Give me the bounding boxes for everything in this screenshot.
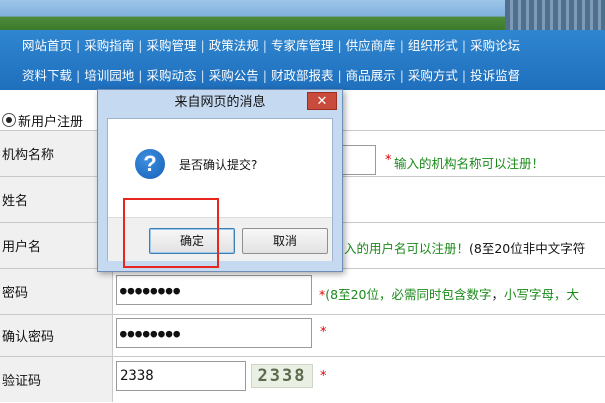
- nav-separator: |: [200, 68, 205, 83]
- nav-separator: |: [262, 68, 267, 83]
- password-tip: *(8至20位，必需同时包含数字，小写字母，大: [319, 287, 580, 302]
- nav-item-reports[interactable]: 财政部报表: [271, 68, 334, 83]
- nav-item-products[interactable]: 商品展示: [346, 68, 396, 83]
- nav-item-training[interactable]: 培训园地: [84, 68, 134, 83]
- password-input[interactable]: ●●●●●●●●: [116, 275, 312, 305]
- question-icon: ?: [135, 149, 165, 179]
- cancel-button[interactable]: 取消: [242, 228, 328, 254]
- nav-separator: |: [200, 38, 205, 53]
- nav-separator: |: [399, 68, 404, 83]
- nav-item-guide[interactable]: 采购指南: [84, 38, 134, 53]
- nav-item-management[interactable]: 采购管理: [146, 38, 196, 53]
- nav-item-forum[interactable]: 采购论坛: [470, 38, 520, 53]
- captcha-image[interactable]: 2338: [251, 364, 313, 388]
- header-banner: [0, 0, 605, 30]
- new-user-radio[interactable]: [2, 113, 16, 127]
- highlight-annotation-box: [123, 198, 219, 268]
- nav-separator: |: [337, 38, 342, 53]
- dialog-message: 是否确认提交?: [179, 158, 258, 172]
- nav-separator: |: [76, 38, 81, 53]
- nav-separator: |: [461, 38, 467, 53]
- org-name-tip: 输入的机构名称可以注册！: [394, 156, 545, 171]
- new-user-label: 新用户注册: [18, 115, 84, 130]
- password-label: 密码: [0, 269, 113, 314]
- nav-item-experts[interactable]: 专家库管理: [271, 38, 334, 53]
- confirm-password-label: 确认密码: [0, 315, 113, 356]
- nav-row-1: 网站首页 | 采购指南 | 采购管理 | 政策法规 | 专家库管理 | 供应商库 | 组织形式 | 采购论坛: [22, 33, 520, 59]
- required-mark: *: [320, 369, 327, 384]
- org-name-input[interactable]: [340, 145, 376, 175]
- nav-separator: |: [138, 68, 143, 83]
- nav-row-2: 资料下载 | 培训园地 | 采购动态 | 采购公告 | 财政部报表 | 商品展示 | 采购方式 | 投诉监督: [22, 63, 520, 89]
- dialog-title: 来自网页的消息: [174, 95, 266, 110]
- nav-separator: |: [399, 38, 404, 53]
- captcha-label: 验证码: [0, 357, 113, 402]
- nav-item-policy[interactable]: 政策法规: [209, 38, 259, 53]
- nav-item-methods[interactable]: 采购方式: [408, 68, 458, 83]
- captcha-input[interactable]: 2338: [116, 361, 246, 391]
- nav-item-news[interactable]: 采购动态: [146, 68, 196, 83]
- username-tip: 入的用户名可以注册！(8至20位非中文字符: [344, 241, 586, 256]
- banner-building-image: [505, 0, 605, 30]
- nav-separator: |: [138, 38, 143, 53]
- nav-item-home[interactable]: 网站首页: [22, 38, 72, 53]
- nav-separator: |: [337, 68, 342, 83]
- required-mark: *: [320, 325, 327, 340]
- nav-separator: |: [461, 68, 467, 83]
- nav-item-suppliers[interactable]: 供应商库: [346, 38, 396, 53]
- required-mark: *: [385, 153, 392, 168]
- confirm-password-input[interactable]: ●●●●●●●●: [116, 318, 312, 348]
- nav-separator: |: [76, 68, 81, 83]
- nav-separator: |: [262, 38, 267, 53]
- close-icon[interactable]: ✕: [307, 92, 337, 110]
- nav-item-downloads[interactable]: 资料下载: [22, 68, 72, 83]
- main-nav: 网站首页 | 采购指南 | 采购管理 | 政策法规 | 专家库管理 | 供应商库 | 组织形式 | 采购论坛…: [0, 30, 605, 90]
- nav-item-complaints[interactable]: 投诉监督: [470, 68, 520, 83]
- nav-item-organization[interactable]: 组织形式: [408, 38, 458, 53]
- nav-item-announcements[interactable]: 采购公告: [209, 68, 259, 83]
